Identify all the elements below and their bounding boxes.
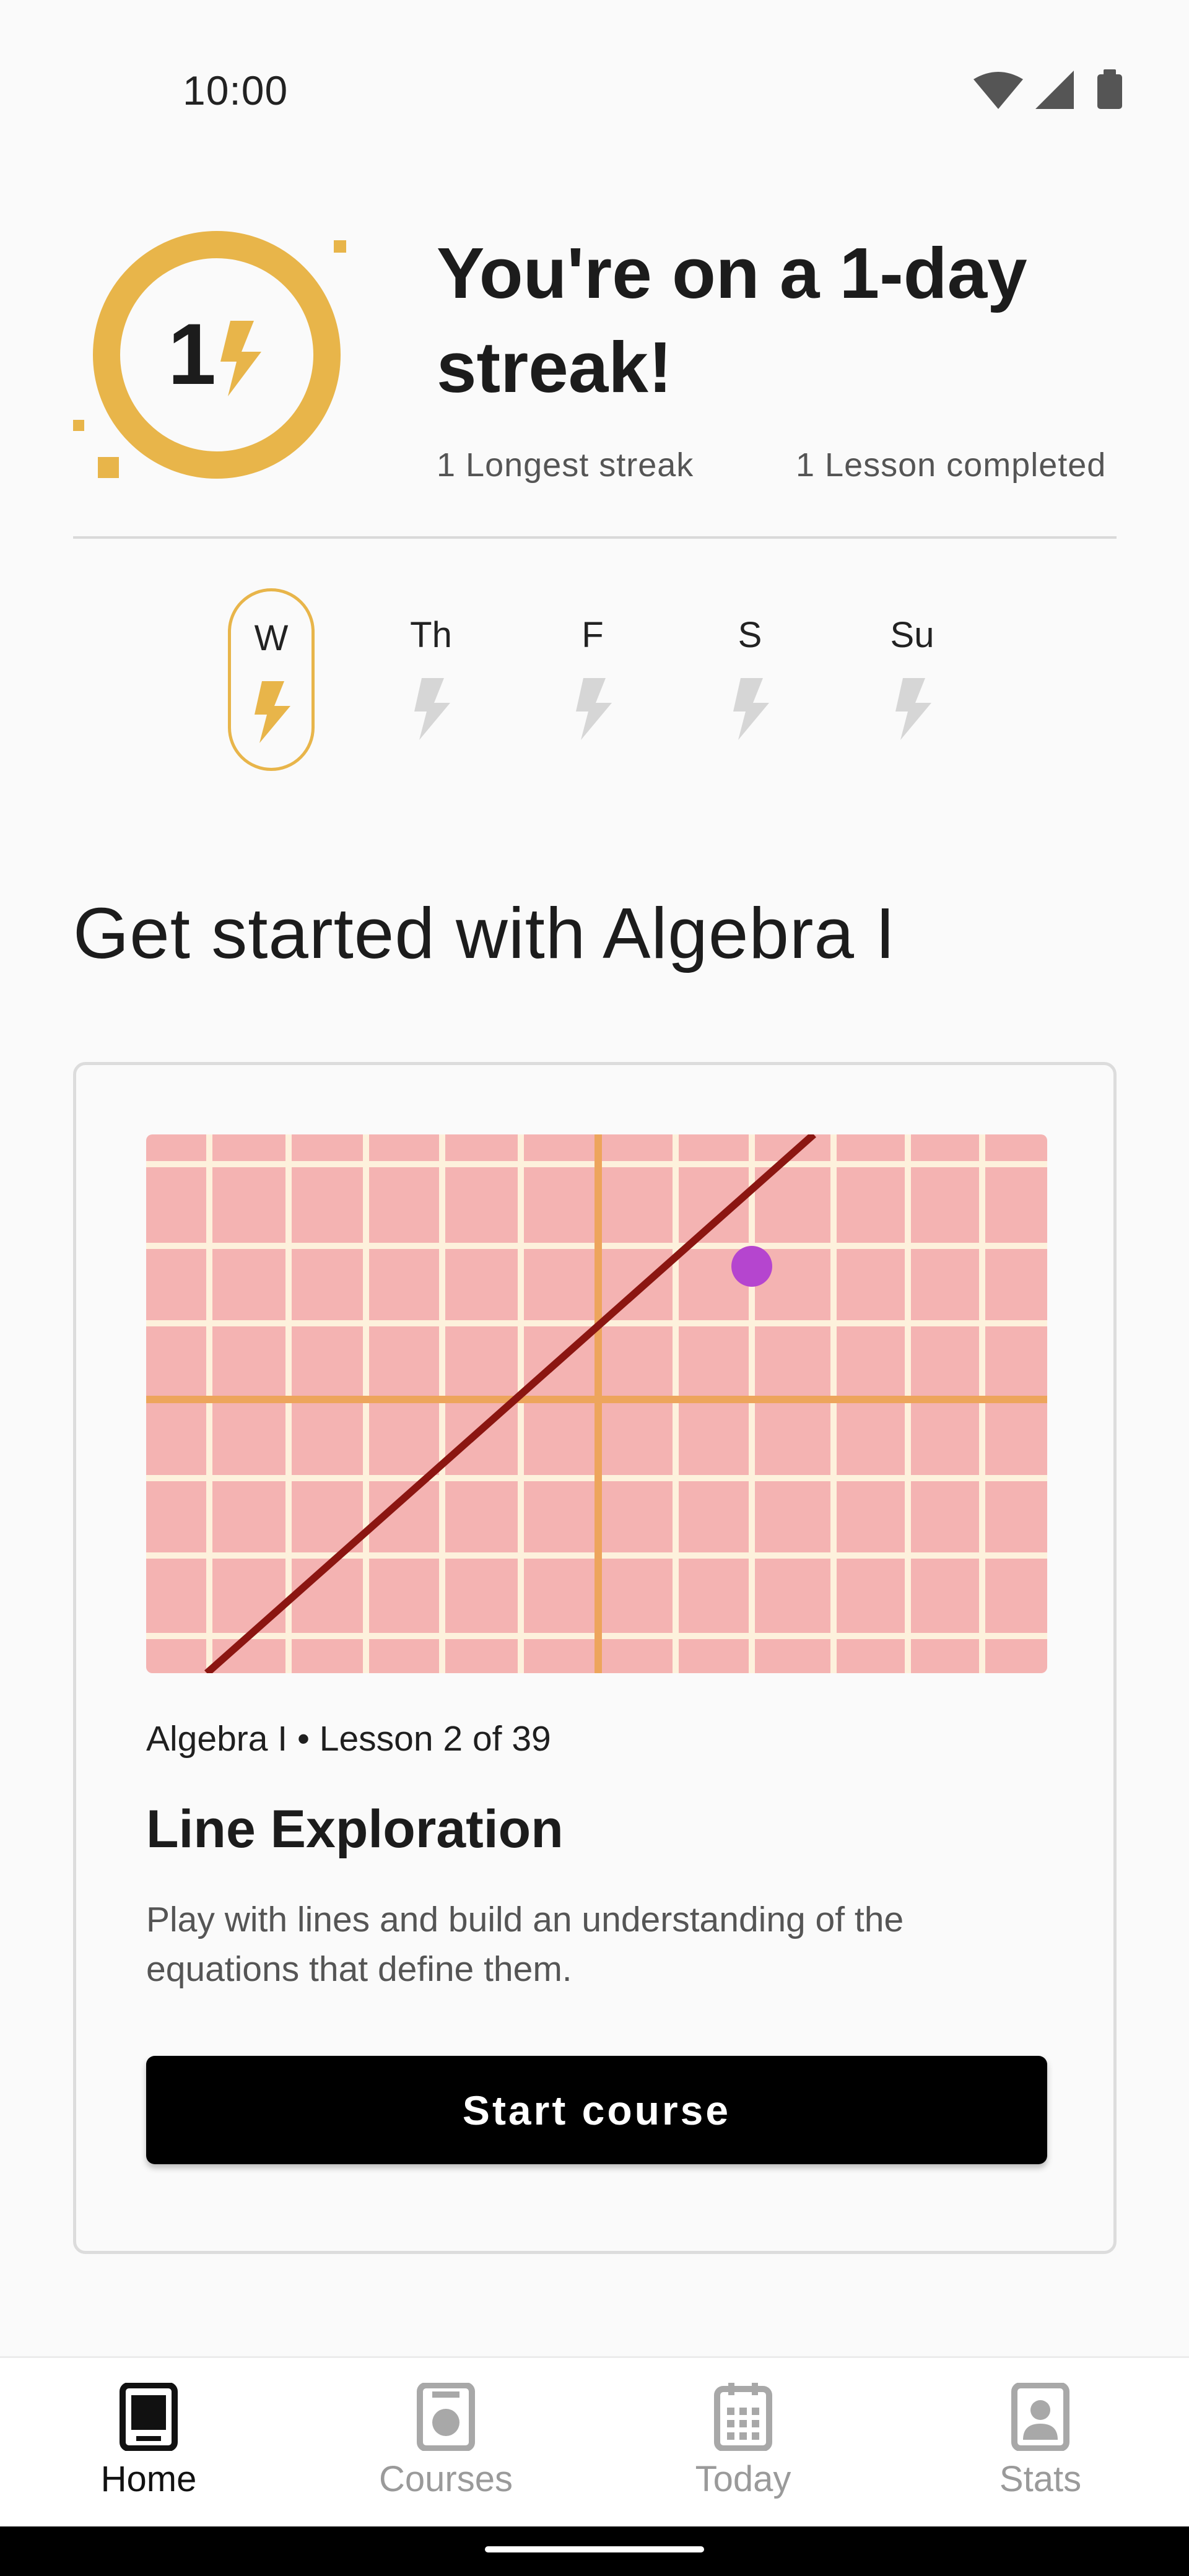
day-label: S — [738, 615, 762, 655]
profile-icon — [1011, 2383, 1069, 2451]
status-time: 10:00 — [183, 67, 289, 113]
bolt-icon — [220, 321, 261, 396]
bolt-icon — [576, 678, 612, 740]
streak-badge: 1 — [68, 229, 353, 489]
nav-label: Today — [695, 2459, 791, 2499]
day-label: Th — [410, 615, 452, 655]
course-icon — [417, 2383, 475, 2451]
bolt-icon — [255, 681, 290, 743]
signal-icon — [1035, 71, 1074, 109]
gesture-bar — [0, 2526, 1189, 2576]
day-label: Su — [890, 615, 934, 655]
calendar-icon — [714, 2383, 772, 2451]
nav-home[interactable]: Home — [56, 2383, 242, 2500]
day-label: W — [254, 618, 289, 658]
nav-label: Courses — [379, 2459, 513, 2499]
nav-today[interactable]: Today — [650, 2383, 836, 2500]
course-illustration — [146, 1134, 1047, 1673]
graph-point — [731, 1246, 772, 1287]
bolt-icon — [733, 678, 769, 740]
day-thursday: Th — [388, 588, 474, 771]
day-label: F — [581, 615, 604, 655]
day-friday: F — [549, 588, 636, 771]
lesson-title: Line Exploration — [146, 1799, 564, 1859]
nav-label: Stats — [999, 2459, 1082, 2499]
day-saturday: S — [707, 588, 793, 771]
bolt-icon — [895, 678, 931, 740]
streak-count: 1 — [168, 305, 216, 402]
course-card[interactable]: Algebra I • Lesson 2 of 39 Line Explorat… — [73, 1062, 1117, 2254]
bottom-navigation: Home Courses Today Stats — [0, 2356, 1189, 2528]
home-handle[interactable] — [485, 2546, 704, 2552]
wifi-icon — [973, 72, 1023, 109]
day-sunday: Su — [869, 588, 956, 771]
lesson-description: Play with lines and build an understandi… — [146, 1900, 904, 1989]
confetti-icon — [73, 420, 84, 431]
status-bar: 10:00 — [0, 0, 1189, 142]
section-title: Get started with Algebra I — [73, 893, 896, 973]
status-icons — [973, 68, 1135, 111]
battery-icon — [1097, 69, 1122, 109]
divider — [73, 536, 1117, 539]
nav-stats[interactable]: Stats — [947, 2383, 1133, 2500]
nav-label: Home — [100, 2459, 197, 2499]
day-wednesday: W — [228, 588, 315, 771]
confetti-icon — [98, 457, 119, 478]
bolt-icon — [414, 678, 450, 740]
confetti-icon — [334, 240, 346, 253]
start-course-button[interactable]: Start course — [146, 2056, 1047, 2164]
nav-courses[interactable]: Courses — [353, 2383, 539, 2500]
longest-streak: 1 Longest streak — [437, 446, 694, 484]
lessons-completed: 1 Lesson completed — [796, 446, 1107, 484]
streak-title: You're on a 1-day streak! — [437, 233, 1027, 407]
course-meta: Algebra I • Lesson 2 of 39 — [146, 1719, 551, 1759]
tablet-icon — [120, 2383, 178, 2451]
